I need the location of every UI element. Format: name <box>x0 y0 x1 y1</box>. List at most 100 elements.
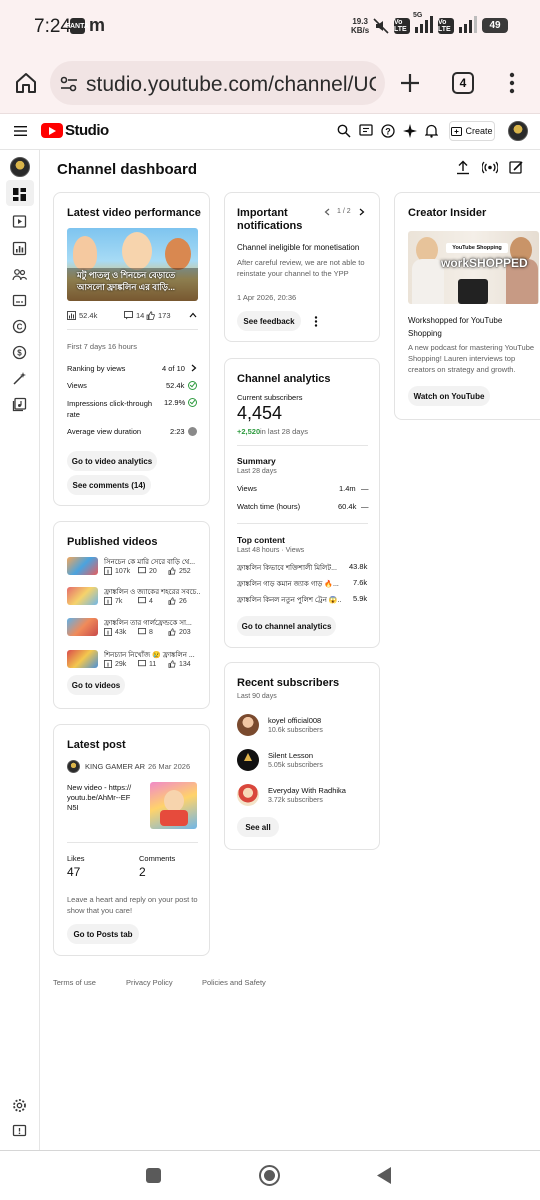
upload-icon[interactable] <box>456 160 470 175</box>
go-to-posts-button[interactable]: Go to Posts tab <box>67 924 139 944</box>
dashboard-icon[interactable] <box>12 187 27 202</box>
thumbs-up-icon <box>146 311 155 320</box>
latest-video-thumbnail[interactable]: মটু পাতলু ও শিনচেন বেড়াতে আসলো ফ্রাঙ্কল… <box>67 228 198 301</box>
terms-link[interactable]: Terms of use <box>53 978 96 987</box>
customization-icon[interactable] <box>12 371 27 386</box>
back-icon[interactable] <box>376 1166 392 1185</box>
home-icon[interactable] <box>14 72 38 94</box>
send-feedback-icon[interactable] <box>12 1124 27 1139</box>
period-label: First 7 days 16 hours <box>67 342 138 351</box>
notifications-bell-icon[interactable] <box>425 124 438 138</box>
likes-stat: 173 <box>146 311 171 320</box>
subscriber-name[interactable]: Everyday With Radhika <box>268 786 346 795</box>
subscriber-avatar[interactable] <box>237 749 259 771</box>
creator-insider-title: Creator Insider <box>408 207 487 219</box>
creator-insider-card: Creator Insider YouTube Shopping workSHO… <box>394 192 540 420</box>
content-icon[interactable] <box>12 214 27 229</box>
subscriber-avatar[interactable] <box>237 714 259 736</box>
feedback-icon[interactable] <box>359 124 373 138</box>
published-videos-title: Published videos <box>67 536 158 548</box>
notification-body: After careful review, we are not able to… <box>237 258 365 278</box>
subscriber-name[interactable]: Silent Lesson <box>268 751 313 760</box>
new-tab-icon[interactable] <box>399 72 421 94</box>
top-content-item[interactable]: ফ্রাঙ্কলিন কিভাবে শক্তিশালী মিলিট... <box>237 562 341 574</box>
battery-icon: 49 <box>482 18 508 33</box>
recents-icon[interactable] <box>146 1168 161 1183</box>
creator-insider-thumbnail[interactable]: YouTube Shopping workSHOPPED <box>408 231 539 304</box>
views-row-label: Views <box>67 381 87 390</box>
channel-avatar[interactable] <box>10 157 30 177</box>
video-thumbnail[interactable] <box>67 618 98 636</box>
go-live-icon[interactable] <box>482 160 498 175</box>
page-title: Channel dashboard <box>57 161 198 178</box>
community-icon[interactable] <box>12 267 27 282</box>
url-text[interactable]: studio.youtube.com/channel/UC18 <box>86 73 376 97</box>
browser-menu-icon[interactable] <box>508 72 516 94</box>
comment-icon <box>138 567 146 574</box>
watch-on-youtube-button[interactable]: Watch on YouTube <box>408 386 490 406</box>
see-all-subscribers-button[interactable]: See all <box>237 817 279 837</box>
settings-gear-icon[interactable] <box>12 1098 27 1113</box>
mute-icon <box>373 18 389 34</box>
bar-chart-icon <box>104 567 112 575</box>
create-post-icon[interactable] <box>509 160 523 175</box>
account-avatar[interactable] <box>508 121 528 141</box>
recent-subscribers-title: Recent subscribers <box>237 677 340 689</box>
video-thumbnail[interactable] <box>67 557 98 575</box>
earn-icon[interactable]: $ <box>12 345 27 360</box>
ctr-value: 12.9% <box>164 398 186 407</box>
go-to-video-analytics-button[interactable]: Go to video analytics <box>67 451 157 471</box>
video-thumbnail[interactable] <box>67 650 98 668</box>
analytics-icon[interactable] <box>12 241 27 256</box>
divider <box>237 445 368 446</box>
sparkle-icon[interactable] <box>403 124 417 138</box>
views-row-value: 52.4k <box>166 381 185 390</box>
more-options-icon[interactable] <box>314 316 318 327</box>
privacy-link[interactable]: Privacy Policy <box>126 978 173 987</box>
comment-icon <box>138 660 146 667</box>
see-comments-button[interactable]: See comments (14) <box>67 475 151 495</box>
chevron-left-icon[interactable] <box>324 208 330 216</box>
top-content-item[interactable]: ফ্রাঙ্কলিন কিনল নতুন পুলিশ ট্রেন 😱... <box>237 594 341 606</box>
likes-value: 173 <box>158 311 171 320</box>
audio-library-icon[interactable] <box>12 397 27 412</box>
chevron-up-icon[interactable] <box>189 312 197 318</box>
post-image[interactable] <box>150 782 197 829</box>
status-bar: 7:24 FANTA m 19.3 KB/s Vo LTE 5G Vo LTE 4… <box>0 0 540 52</box>
youtube-logo-icon[interactable] <box>41 123 63 138</box>
create-button[interactable]: Create <box>449 121 495 141</box>
studio-logo-text[interactable]: Studio <box>65 122 109 139</box>
latest-video-title: Latest video performance <box>67 207 201 219</box>
see-feedback-button[interactable]: See feedback <box>237 311 301 331</box>
likes-label: Likes <box>67 854 85 863</box>
post-date-separator: · <box>140 762 143 771</box>
notifications-title: Important notifications <box>237 207 303 232</box>
divider <box>67 329 198 330</box>
post-text[interactable]: New video - https://youtu.be/AhMr--EFN5I <box>67 783 133 813</box>
tab-switcher-button[interactable]: 4 <box>452 72 474 94</box>
thumbs-up-icon <box>168 597 176 605</box>
go-to-videos-button[interactable]: Go to videos <box>67 675 125 695</box>
search-icon[interactable] <box>337 124 351 138</box>
channel-analytics-title: Channel analytics <box>237 373 331 385</box>
help-icon[interactable]: ? <box>381 124 395 138</box>
go-to-channel-analytics-button[interactable]: Go to channel analytics <box>237 616 336 636</box>
subscribers-label: Current subscribers <box>237 393 303 402</box>
site-settings-icon[interactable] <box>59 76 79 92</box>
home-nav-icon[interactable] <box>259 1165 280 1186</box>
latest-post-card: Latest post KING GAMER AR · 26 Mar 2026 … <box>53 724 210 956</box>
top-content-item[interactable]: ফ্রাঙ্কলিন গাড় কমান জ্যাক গাড় 🔥... <box>237 578 341 590</box>
subscriber-name[interactable]: koyel official008 <box>268 716 321 725</box>
hamburger-menu-icon[interactable] <box>14 125 28 137</box>
creator-insider-video-title[interactable]: Workshopped for YouTube Shopping <box>408 314 533 340</box>
subtitles-icon[interactable] <box>12 293 27 308</box>
policies-link[interactable]: Policies and Safety <box>202 978 266 987</box>
video-stats: 43k 8 203 <box>104 628 191 636</box>
chevron-right-icon[interactable] <box>359 208 365 216</box>
video-stats: 7k 4 26 <box>104 597 187 605</box>
subscriber-avatar[interactable] <box>237 784 259 806</box>
copyright-icon[interactable]: C <box>12 319 27 334</box>
bar-chart-icon <box>104 597 112 605</box>
chevron-right-icon[interactable] <box>191 364 197 372</box>
video-thumbnail[interactable] <box>67 587 98 605</box>
